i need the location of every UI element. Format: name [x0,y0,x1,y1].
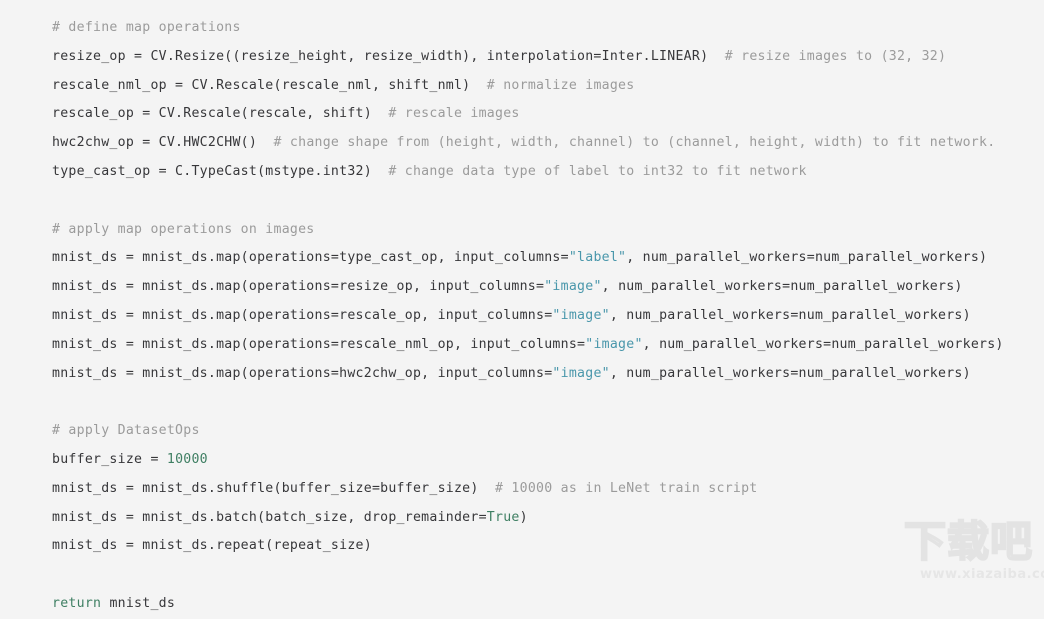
code-line: mnist_ds = mnist_ds.map(operations=hwc2c… [52,365,971,381]
code-comment: # define map operations [52,20,241,35]
code-line: mnist_ds = mnist_ds.map(operations=resca… [52,307,971,323]
code-number: 10000 [166,451,208,467]
code-string: "image" [552,307,610,323]
code-line: rescale_nml_op = CV.Rescale(rescale_nml,… [52,77,635,93]
code-line: mnist_ds = mnist_ds.repeat(repeat_size) [52,538,372,554]
code-string: "image" [552,365,610,381]
code-line: # apply map operations on images [0,216,1044,245]
code-string: "image" [544,279,602,295]
code-line: mnist_ds = mnist_ds.batch(batch_size, dr… [52,509,528,525]
code-comment: # apply map operations on images [52,221,315,237]
code-line: mnist_ds = mnist_ds.map(operations=type_… [52,250,988,266]
code-line: # apply DatasetOps [0,417,1044,446]
code-boolean: True [486,509,520,525]
code-line: resize_op = CV.Resize((resize_height, re… [52,48,947,64]
code-line: mnist_ds = mnist_ds.shuffle(buffer_size=… [52,480,758,496]
code-comment: # resize images to (32, 32) [708,48,947,64]
code-keyword: return [52,595,102,611]
code-comment: # change shape from (height, width, chan… [257,135,996,151]
code-line: return mnist_ds [52,595,176,611]
code-comment: # normalize images [470,77,635,93]
code-string: "image" [585,336,643,352]
code-line: mnist_ds = mnist_ds.map(operations=resca… [52,336,1004,352]
code-comment: # rescale images [371,106,520,122]
code-comment: # change data type of label to int32 to … [371,163,807,179]
code-string: "label" [568,250,627,266]
code-comment: # 10000 as in LeNet train script [478,480,758,496]
code-line: mnist_ds = mnist_ds.map(operations=resiz… [52,279,963,295]
code-line: hwc2chw_op = CV.HWC2CHW() # change shape… [52,135,996,151]
code-line: rescale_op = CV.Rescale(rescale, shift) … [52,106,520,122]
code-block: # define map operations resize_op = CV.Re… [0,0,1044,611]
code-line: type_cast_op = C.TypeCast(mstype.int32) … [52,163,807,179]
code-comment: # apply DatasetOps [52,423,200,439]
code-line: buffer_size = 10000 [52,451,208,467]
code-line: # define map operations [0,14,1044,43]
